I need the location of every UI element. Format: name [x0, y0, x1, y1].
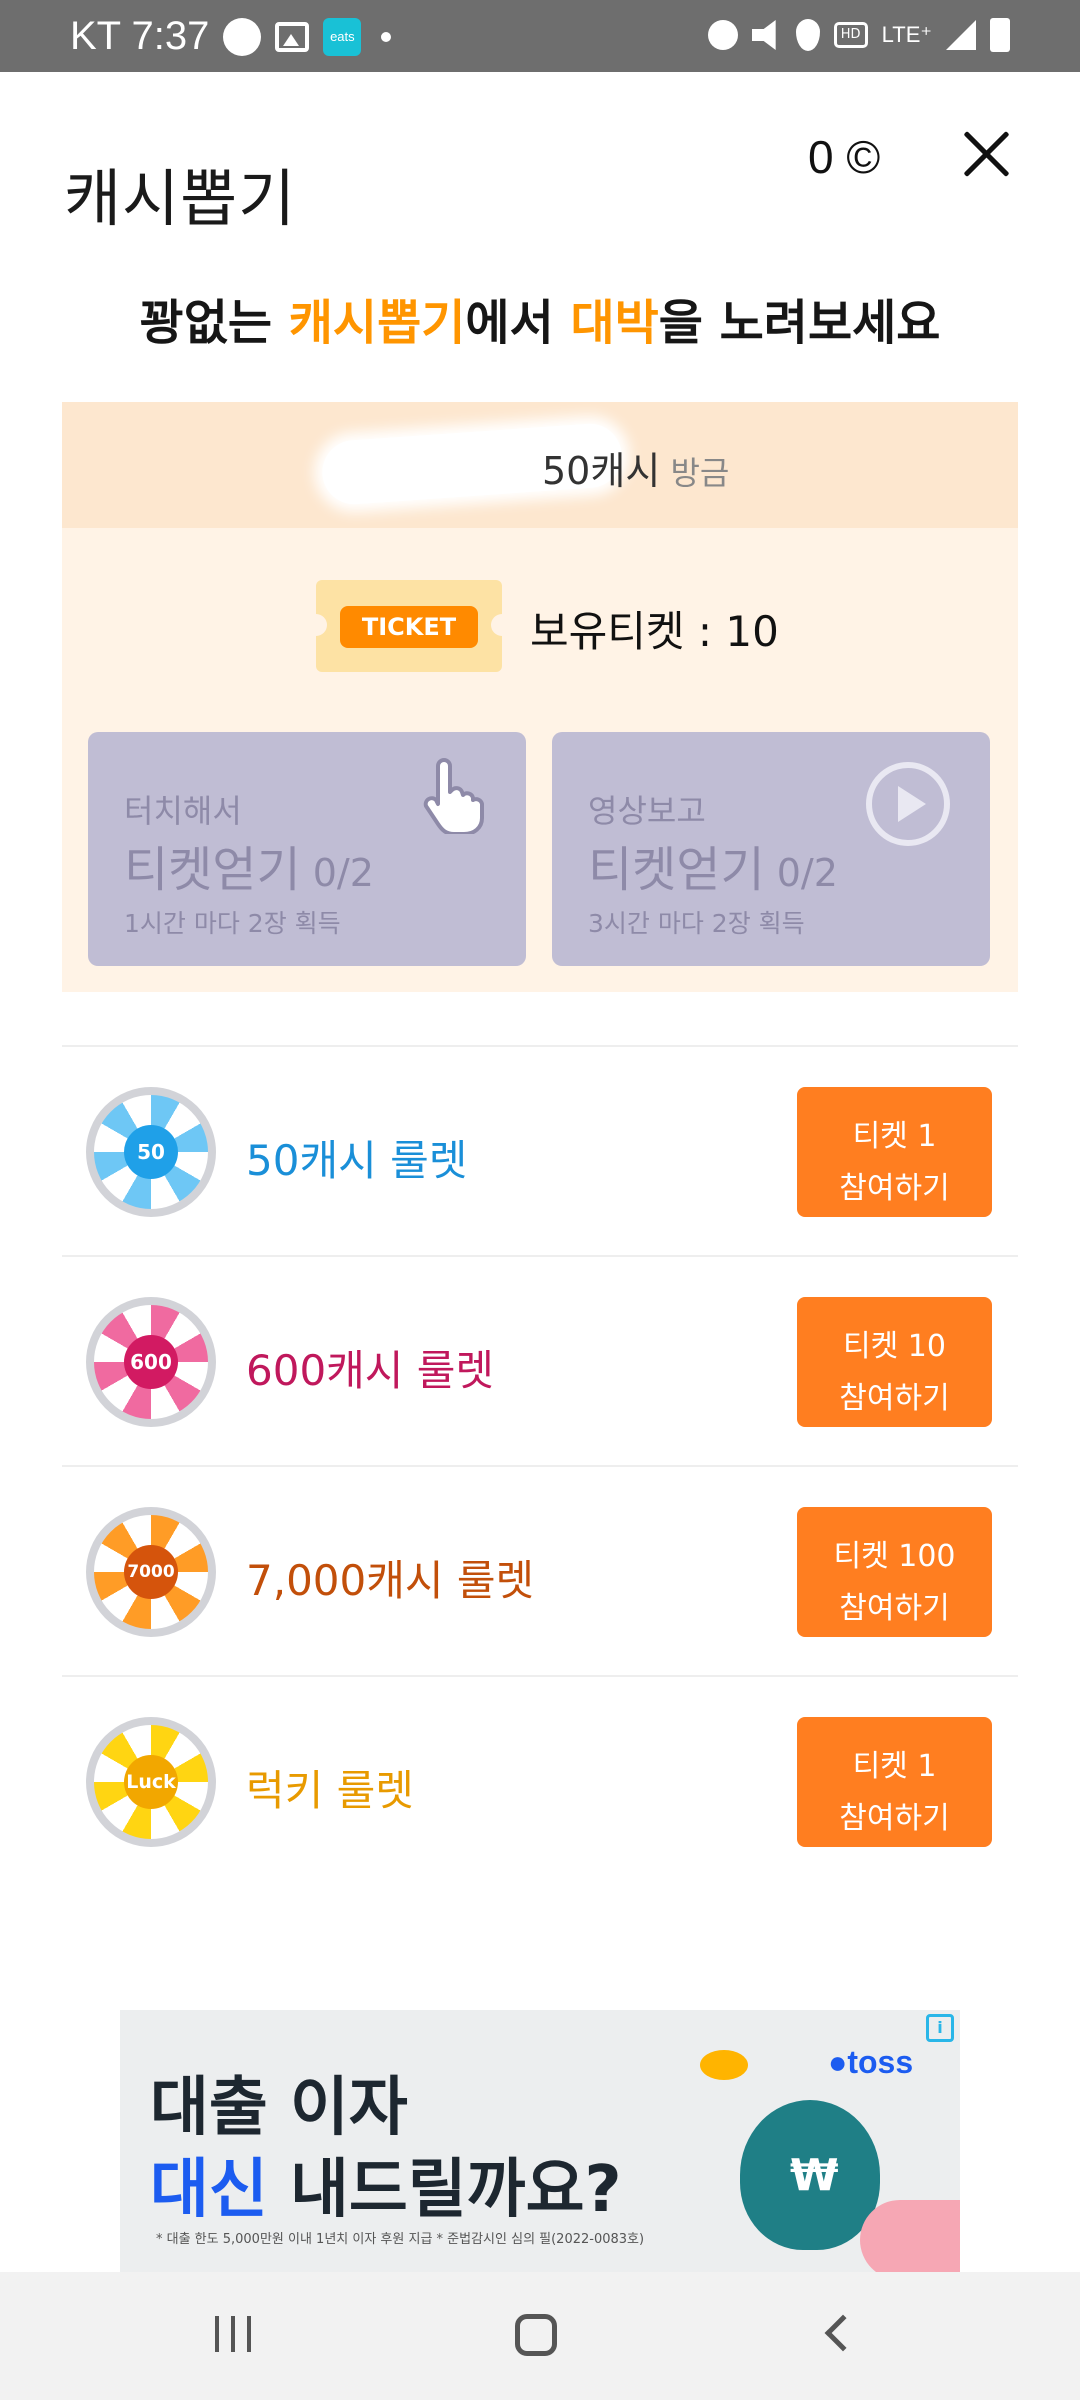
- headline-emphasis-1: 캐시뽑기: [288, 295, 466, 351]
- more-notifications-dot-icon: [381, 31, 392, 42]
- gallery-icon: [275, 21, 310, 52]
- button-ticket-cost: 티켓 100: [833, 1539, 956, 1574]
- back-button[interactable]: [824, 2314, 862, 2352]
- roulette-wheel-icon: 50: [86, 1087, 216, 1217]
- video-earn-ticket-card[interactable]: 영상보고 티켓얻기 0/2 3시간 마다 2장 획득: [552, 732, 990, 966]
- location-icon: [795, 19, 820, 51]
- ticket-icon: TICKET: [305, 580, 513, 672]
- coin-icon: [700, 2050, 748, 2080]
- hd-voice-icon: HD: [833, 22, 868, 48]
- button-ticket-cost: 티켓 1: [852, 1119, 937, 1154]
- roulette-badge: 600: [124, 1335, 178, 1389]
- settings-gear-icon: [223, 17, 262, 56]
- headline-part5: 을 노려보세요: [658, 295, 941, 351]
- join-roulette-600-button[interactable]: 티켓 10 참여하기: [797, 1297, 992, 1427]
- roulette-wheel-icon: 7000: [86, 1507, 216, 1637]
- recent-winner-time: 방금: [660, 454, 730, 492]
- status-bar: KT 7:37 eats HD LTE⁺: [0, 0, 1080, 72]
- headline-emphasis-2: 대박: [570, 295, 659, 351]
- carrier-time: KT 7:37: [70, 14, 210, 58]
- ticket-count: 보유티켓 : 10: [530, 607, 779, 656]
- roulette-row-lucky: Luck 럭키 룰렛 티켓 1 참여하기: [62, 1675, 1018, 1885]
- button-join-label: 참여하기: [839, 1171, 950, 1206]
- mute-icon: [751, 20, 776, 50]
- roulette-name: 럭키 룰렛: [246, 1766, 414, 1815]
- page-title: 캐시뽑기: [64, 165, 297, 234]
- home-button[interactable]: [515, 2314, 557, 2356]
- earn-card-label: 터치해서: [124, 792, 242, 830]
- earn-card-title-text: 티켓얻기: [124, 842, 301, 898]
- ad-headline-rest: 내드릴까요?: [267, 2153, 622, 2227]
- button-ticket-cost: 티켓 1: [852, 1749, 937, 1784]
- ad-headline-highlight: 대신: [150, 2153, 268, 2227]
- status-left: KT 7:37 eats: [70, 14, 392, 59]
- ad-headline-line1: 대출 이자: [150, 2071, 408, 2145]
- earn-card-title: 티켓얻기 0/2: [588, 830, 838, 900]
- money-bag-icon: ₩: [740, 2100, 880, 2250]
- cash-balance: 0 ©: [690, 122, 910, 192]
- toss-logo: ●toss: [828, 2044, 914, 2080]
- earn-card-title-text: 티켓얻기: [588, 842, 765, 898]
- eats-app-icon: eats: [323, 17, 362, 56]
- recent-winner-banner: 50캐시 방금: [62, 402, 1018, 528]
- roulette-list: 50 50캐시 룰렛 티켓 1 참여하기 600 600캐시 룰렛 티켓 10 …: [62, 1045, 1018, 1885]
- roulette-name: 600캐시 룰렛: [246, 1346, 495, 1395]
- recent-apps-button[interactable]: [215, 2316, 255, 2352]
- headline: 꽝없는 캐시뽑기에서 대박을 노려보세요: [0, 283, 1080, 353]
- roulette-row-600: 600 600캐시 룰렛 티켓 10 참여하기: [62, 1255, 1018, 1465]
- system-nav-bar: [0, 2272, 1080, 2400]
- close-button[interactable]: [960, 128, 1012, 180]
- button-join-label: 참여하기: [839, 1591, 950, 1626]
- alarm-icon: [707, 20, 738, 50]
- roulette-badge: 50: [124, 1125, 178, 1179]
- battery-icon: [990, 18, 1010, 52]
- earn-card-label: 영상보고: [588, 792, 706, 830]
- status-right: HD LTE⁺: [707, 18, 1010, 52]
- button-join-label: 참여하기: [839, 1801, 950, 1836]
- roulette-name: 50캐시 룰렛: [246, 1136, 468, 1185]
- ticket-badge-label: TICKET: [340, 606, 478, 648]
- earn-card-note: 3시간 마다 2장 획득: [588, 909, 805, 938]
- earn-card-progress: 0/2: [764, 851, 838, 895]
- recent-winner-amount: 50캐시: [542, 449, 661, 493]
- ad-disclaimer: * 대출 한도 5,000만원 이내 1년치 이자 후원 지급 * 준법감시인 …: [156, 2232, 645, 2247]
- ad-info-icon[interactable]: i: [926, 2014, 954, 2042]
- roulette-badge: 7000: [124, 1545, 178, 1599]
- ad-banner[interactable]: 대출 이자 대신 내드릴까요? * 대출 한도 5,000만원 이내 1년치 이…: [120, 2010, 960, 2272]
- roulette-name: 7,000캐시 룰렛: [246, 1556, 535, 1605]
- earn-card-title: 티켓얻기 0/2: [124, 830, 374, 900]
- roulette-row-50: 50 50캐시 룰렛 티켓 1 참여하기: [62, 1045, 1018, 1255]
- headline-part1: 꽝없는: [139, 295, 289, 351]
- recent-winner-text: 50캐시 방금: [542, 440, 729, 495]
- roulette-row-7000: 7000 7,000캐시 룰렛 티켓 100 참여하기: [62, 1465, 1018, 1675]
- signal-icon: [946, 20, 976, 50]
- touch-earn-ticket-card[interactable]: 터치해서 티켓얻기 0/2 1시간 마다 2장 획득: [88, 732, 526, 966]
- hand-illustration: [860, 2200, 960, 2272]
- cash-balance-text: 0 ©: [808, 131, 881, 183]
- roulette-wheel-icon: Luck: [86, 1717, 216, 1847]
- ticket-info-panel: 50캐시 방금 TICKET 보유티켓 : 10 터치해서 티켓얻기 0/2 1…: [62, 402, 1018, 992]
- roulette-wheel-icon: 600: [86, 1297, 216, 1427]
- roulette-badge: Luck: [124, 1755, 178, 1809]
- earn-card-progress: 0/2: [300, 851, 374, 895]
- button-join-label: 참여하기: [839, 1381, 950, 1416]
- play-circle-icon: [866, 762, 950, 846]
- hand-pointer-icon: [423, 758, 484, 834]
- button-ticket-cost: 티켓 10: [843, 1329, 946, 1364]
- headline-part3: 에서: [465, 295, 571, 351]
- ad-headline-line2: 대신 내드릴까요?: [150, 2138, 622, 2230]
- join-roulette-lucky-button[interactable]: 티켓 1 참여하기: [797, 1717, 992, 1847]
- join-roulette-50-button[interactable]: 티켓 1 참여하기: [797, 1087, 992, 1217]
- join-roulette-7000-button[interactable]: 티켓 100 참여하기: [797, 1507, 992, 1637]
- earn-card-note: 1시간 마다 2장 획득: [124, 909, 341, 938]
- lte-icon: LTE⁺: [881, 22, 932, 47]
